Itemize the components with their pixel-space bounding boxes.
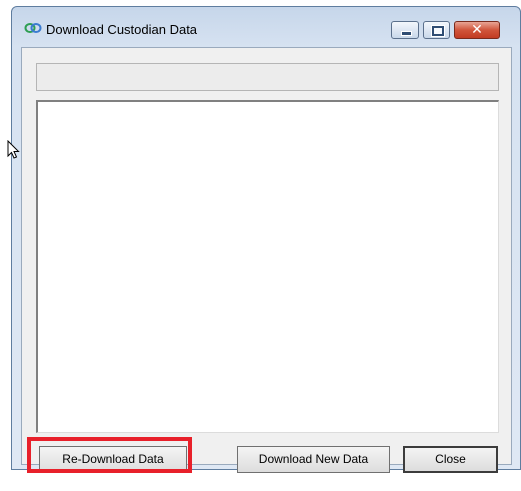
window-title: Download Custodian Data <box>46 22 198 37</box>
maximize-icon <box>431 25 445 37</box>
minimize-icon <box>401 31 412 36</box>
dialog-client-area: Re-Download Data Download New Data Close <box>21 47 512 473</box>
highlight-annotation-box <box>27 437 192 473</box>
mouse-cursor-icon <box>7 140 20 159</box>
dialog-window: Download Custodian Data ✕ Re-Download Da… <box>11 6 521 473</box>
close-icon: ✕ <box>471 22 483 38</box>
link-chain-icon <box>24 23 42 33</box>
output-text-area[interactable] <box>36 100 499 433</box>
minimize-button[interactable] <box>391 21 419 39</box>
maximize-button[interactable] <box>423 21 450 39</box>
close-window-button[interactable]: ✕ <box>454 21 500 39</box>
close-button[interactable]: Close <box>403 446 498 473</box>
title-bar[interactable]: Download Custodian Data ✕ <box>12 7 520 47</box>
status-field <box>36 63 499 91</box>
download-new-data-button[interactable]: Download New Data <box>237 446 390 473</box>
